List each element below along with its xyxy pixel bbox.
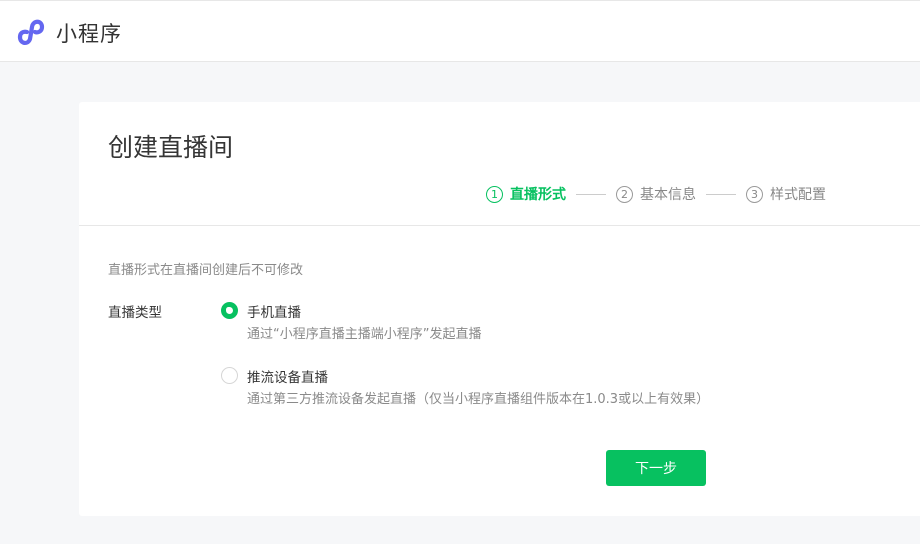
next-step-button[interactable]: 下一步: [606, 450, 706, 486]
step-1-number: 1: [486, 185, 503, 203]
card-header: 创建直播间 1 直播形式 2 基本信息 3 样式配置: [79, 102, 920, 226]
phone-live-radio[interactable]: [221, 302, 238, 319]
step-indicator: 1 直播形式 2 基本信息 3 样式配置: [486, 184, 826, 204]
step-2-number: 2: [616, 185, 633, 203]
page-title: 创建直播间: [108, 133, 234, 162]
step-2-label: 基本信息: [640, 187, 696, 203]
step-2: 2 基本信息: [616, 184, 696, 204]
step-3-number: 3: [746, 185, 763, 203]
step-3-label: 样式配置: [770, 187, 826, 203]
form-hint: 直播形式在直播间创建后不可修改: [108, 263, 304, 278]
live-type-label: 直播类型: [108, 305, 162, 321]
step-1-label: 直播形式: [510, 187, 566, 203]
device-live-description: 通过第三方推流设备发起直播（仅当小程序直播组件版本在1.0.3或以上有效果）: [247, 392, 710, 407]
step-1: 1 直播形式: [486, 184, 566, 204]
phone-live-title[interactable]: 手机直播: [247, 301, 301, 321]
phone-live-description: 通过“小程序直播主播端小程序”发起直播: [247, 327, 482, 342]
device-live-title[interactable]: 推流设备直播: [247, 366, 328, 386]
step-3: 3 样式配置: [746, 184, 826, 204]
app-name: 小程序: [56, 22, 122, 46]
step-connector: [706, 193, 736, 195]
device-live-radio[interactable]: [221, 367, 238, 384]
step-connector: [576, 193, 606, 195]
mini-program-icon[interactable]: [14, 15, 48, 49]
top-bar: 小程序: [0, 0, 920, 62]
create-live-room-card: 创建直播间 1 直播形式 2 基本信息 3 样式配置 直播形式在直播间创建后不可…: [79, 102, 920, 516]
